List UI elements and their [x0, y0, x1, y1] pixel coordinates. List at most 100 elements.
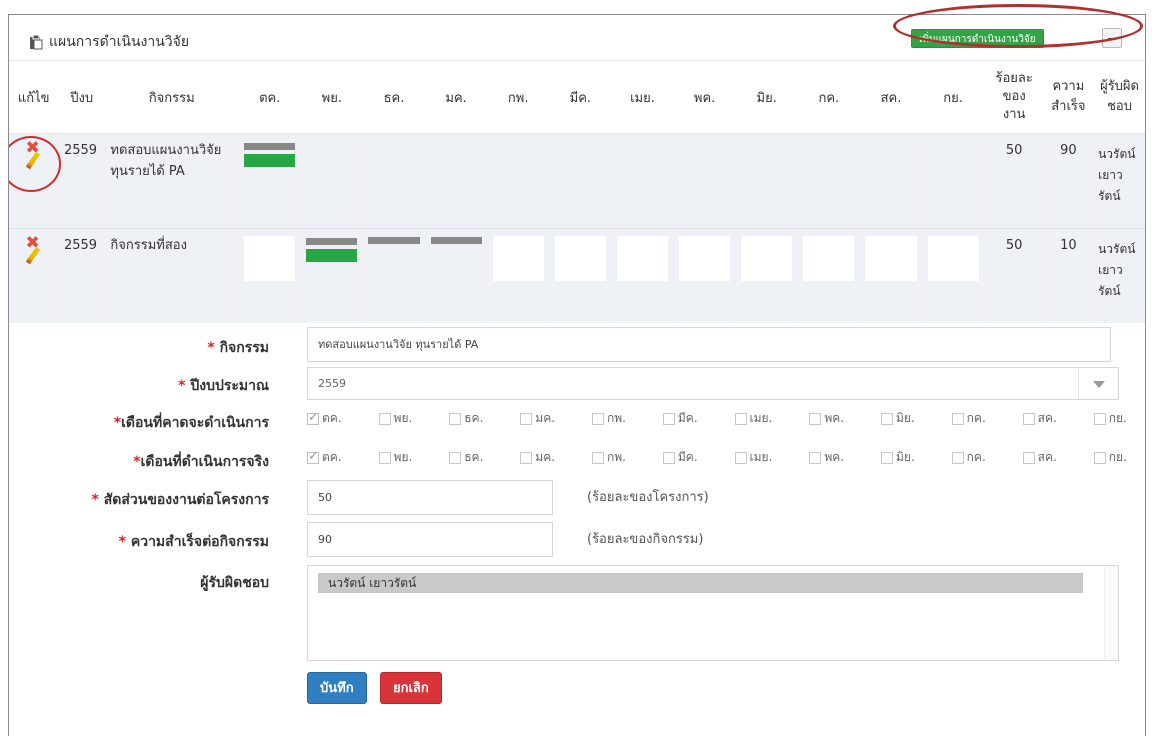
checkbox-icon[interactable] — [662, 451, 675, 464]
checkbox-icon[interactable] — [520, 451, 533, 464]
actual-month-option[interactable]: พค. — [809, 448, 844, 467]
planned-month-option[interactable]: ตค. — [307, 409, 342, 428]
panel-title-text: แผนการดำเนินงานวิจัย — [49, 34, 190, 50]
checkbox-icon[interactable] — [662, 412, 675, 425]
planned-month-option[interactable]: มิย. — [880, 409, 915, 428]
planned-bar — [430, 236, 482, 244]
checkbox-icon[interactable] — [1022, 412, 1035, 425]
actual-month-option[interactable]: พย. — [378, 448, 413, 467]
planned-month-option[interactable]: มค. — [520, 409, 555, 428]
month-cell — [611, 133, 675, 228]
checkbox-icon[interactable] — [734, 412, 747, 425]
textarea-scrollbar[interactable] — [1104, 566, 1118, 660]
month-cell — [238, 133, 302, 228]
actual-month-option[interactable]: ตค. — [307, 448, 342, 467]
checkbox-icon[interactable] — [307, 449, 319, 464]
checkbox-icon[interactable] — [307, 410, 319, 425]
header-month: กพ. — [487, 62, 550, 134]
table-row: ✖ 2559 กิจกรรมที่สอง 50 10 นวรัตน์ เยาวรัตน์ — [9, 227, 1145, 323]
checkbox-icon[interactable] — [1022, 451, 1035, 464]
edit-pencil-icon[interactable]: ✖ — [22, 234, 44, 267]
checkbox-icon[interactable] — [378, 451, 391, 464]
activity-label: * กิจกรรม — [207, 340, 269, 356]
actual-month-label: พย. — [393, 450, 413, 464]
month-cell — [735, 227, 799, 323]
planned-month-label: ตค. — [322, 411, 342, 425]
month-cell — [362, 227, 426, 323]
year-select[interactable]: 2559 — [307, 367, 1119, 400]
actual-month-option[interactable]: สค. — [1022, 448, 1057, 467]
planned-month-option[interactable]: กย. — [1093, 409, 1127, 428]
header-success-line1: ความ — [1052, 79, 1085, 95]
edit-pencil-icon[interactable]: ✖ — [22, 139, 44, 172]
planned-month-label: พย. — [393, 411, 413, 425]
checkbox-icon[interactable] — [1093, 451, 1106, 464]
dropdown-caret-icon[interactable] — [1078, 368, 1118, 399]
actual-month-option[interactable]: มค. — [520, 448, 555, 467]
activity-input[interactable]: ทดสอบแผนงานวิจัย ทุนรายได้ PA — [307, 327, 1111, 362]
actual-month-label: พค. — [824, 450, 845, 464]
checkbox-icon[interactable] — [449, 412, 462, 425]
checkbox-icon[interactable] — [734, 451, 747, 464]
save-button[interactable]: บันทึก — [307, 672, 367, 704]
actual-month-option[interactable]: เมย. — [734, 448, 772, 467]
planned-month-option[interactable]: สค. — [1022, 409, 1057, 428]
row-percent: 50 — [984, 227, 1045, 323]
empty-month-slot — [554, 235, 606, 281]
table-header-row: แก้ไข ปีงบ กิจกรรม ตค. พย. ธค. มค. กพ. ม… — [9, 62, 1145, 134]
minus-icon[interactable] — [1102, 28, 1122, 48]
planned-month-option[interactable]: ธค. — [449, 409, 483, 428]
actual-month-option[interactable]: กพ. — [591, 448, 626, 467]
header-month: พค. — [673, 62, 736, 134]
checkbox-icon[interactable] — [951, 451, 964, 464]
checkbox-icon[interactable] — [1093, 412, 1106, 425]
planned-month-option[interactable]: พย. — [378, 409, 413, 428]
owner-textarea[interactable]: นวรัตน์ เยาวรัตน์ — [307, 565, 1119, 661]
month-cell — [922, 227, 985, 323]
month-cell — [549, 227, 612, 323]
checkbox-icon[interactable] — [591, 412, 604, 425]
actual-bar — [306, 248, 358, 262]
planned-month-label: มิย. — [895, 411, 915, 425]
actual-month-option[interactable]: มีค. — [662, 448, 698, 467]
actual-month-option[interactable]: กย. — [1093, 448, 1127, 467]
checkbox-icon[interactable] — [378, 412, 391, 425]
month-cell — [425, 133, 488, 228]
checkbox-icon[interactable] — [951, 412, 964, 425]
header-month: สค. — [859, 62, 923, 134]
checkbox-icon[interactable] — [880, 451, 893, 464]
planned-month-option[interactable]: เมย. — [734, 409, 772, 428]
checkbox-icon[interactable] — [809, 412, 822, 425]
actual-months-label: *เดือนที่ดำเนินการจริง — [133, 454, 269, 470]
planned-bar — [368, 236, 420, 244]
planned-month-option[interactable]: พค. — [809, 409, 844, 428]
actual-month-label: กย. — [1108, 450, 1127, 464]
checkbox-icon[interactable] — [809, 451, 822, 464]
checkbox-icon[interactable] — [449, 451, 462, 464]
share-input[interactable]: 50 — [307, 480, 553, 515]
header-percent-line3: งาน — [1002, 107, 1026, 123]
header-month: ธค. — [362, 62, 426, 134]
planned-month-option[interactable]: กค. — [951, 409, 986, 428]
actual-month-option[interactable]: มิย. — [880, 448, 915, 467]
plan-form: * กิจกรรม ทดสอบแผนงานวิจัย ทุนรายได้ PA … — [9, 322, 1145, 736]
cancel-button[interactable]: ยกเลิก — [380, 672, 442, 704]
checkbox-icon[interactable] — [880, 412, 893, 425]
owner-chip[interactable]: นวรัตน์ เยาวรัตน์ — [318, 573, 1083, 593]
planned-month-option[interactable]: กพ. — [591, 409, 626, 428]
actual-month-option[interactable]: ธค. — [449, 448, 483, 467]
add-research-plan-button[interactable]: เพิ่มแผนการดำเนินงานวิจัย — [911, 29, 1044, 48]
planned-month-label: พค. — [824, 411, 845, 425]
checkbox-icon[interactable] — [591, 451, 604, 464]
clipboard-icon — [30, 34, 43, 50]
actual-month-option[interactable]: กค. — [951, 448, 986, 467]
success-input[interactable]: 90 — [307, 522, 553, 557]
month-cell — [797, 133, 861, 228]
row-year: 2559 — [58, 227, 106, 323]
checkbox-icon[interactable] — [520, 412, 533, 425]
month-cell — [487, 227, 550, 323]
edit-cell: ✖ — [9, 227, 59, 323]
empty-month-slot — [492, 235, 544, 281]
header-month: มค. — [425, 62, 488, 134]
planned-month-option[interactable]: มีค. — [662, 409, 698, 428]
